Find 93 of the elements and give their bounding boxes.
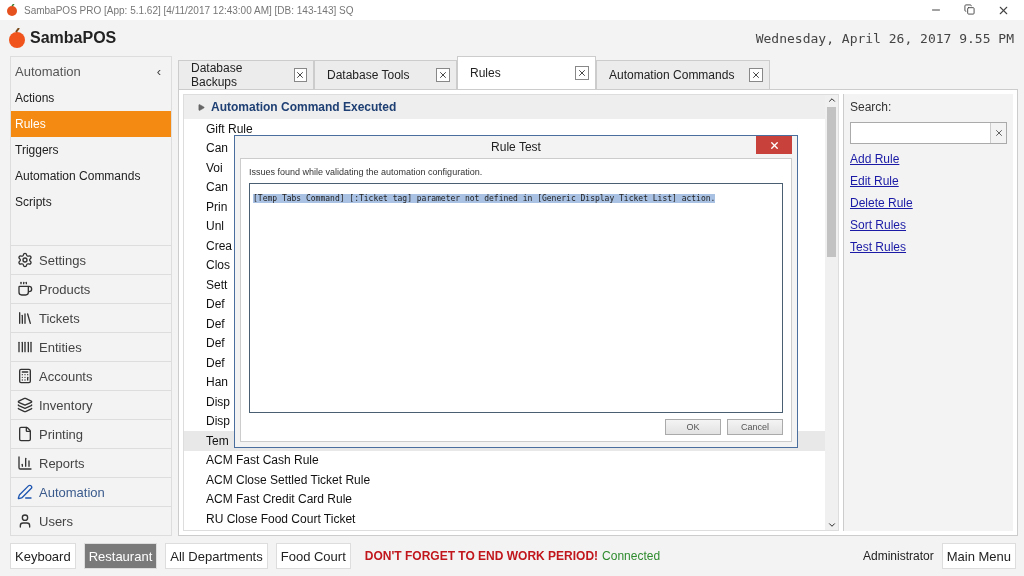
nav-item[interactable]: Accounts <box>11 361 171 390</box>
expander-icon[interactable] <box>198 103 205 111</box>
nav-item[interactable]: Entities <box>11 332 171 361</box>
clear-button[interactable] <box>990 123 1006 143</box>
collapse-button[interactable]: ‹ <box>156 63 161 79</box>
action-link[interactable]: Delete Rule <box>850 196 913 210</box>
close-tab-button[interactable] <box>575 66 589 80</box>
search-field[interactable] <box>850 122 1007 144</box>
close-icon <box>295 70 306 80</box>
department-button[interactable]: Keyboard <box>10 543 76 569</box>
logo-icon <box>8 28 26 48</box>
rule-row[interactable]: ACM Fast Credit Card Rule <box>184 489 825 509</box>
tab-label: Database Tools <box>327 68 410 82</box>
logo-text: SambaPOS <box>30 29 118 47</box>
rule-row[interactable]: ACM Fast Cash Rule <box>184 450 825 470</box>
tab-label: Automation Commands <box>609 68 735 82</box>
bar-chart-icon <box>17 455 33 471</box>
nav-label: Tickets <box>39 310 80 326</box>
nav-item[interactable]: Tickets <box>11 303 171 332</box>
nav-item[interactable]: Reports <box>11 448 171 477</box>
tab[interactable]: Database Tools <box>314 60 457 89</box>
scroll-down-icon[interactable] <box>826 520 837 530</box>
action-link[interactable]: Test Rules <box>850 240 907 254</box>
sidebar-item[interactable]: Automation Commands <box>11 163 171 189</box>
nav-item[interactable]: Products <box>11 274 171 303</box>
close-icon <box>577 68 587 78</box>
cancel-button[interactable]: Cancel <box>727 419 783 435</box>
rule-row[interactable]: RU Close Food Court Ticket <box>184 509 825 529</box>
connection-status: Connected <box>602 549 662 563</box>
nav-item[interactable]: Printing <box>11 419 171 448</box>
department-button[interactable]: All Departments <box>165 543 268 569</box>
nav-item[interactable]: Settings <box>11 245 171 274</box>
nav-item[interactable]: Automation <box>11 477 171 506</box>
details-field[interactable]: [Temp Tabs Command] [:Ticket tag] parameter not defined in [Generic Display Ticket List] action. <box>249 183 783 413</box>
nav-label: Entities <box>39 339 82 355</box>
search-label: Search: <box>850 100 893 114</box>
close-tab-button[interactable] <box>436 68 450 82</box>
books-icon <box>17 310 33 326</box>
nav-label: Accounts <box>39 368 93 384</box>
tab[interactable]: Rules <box>457 56 596 89</box>
nav-item[interactable]: Inventory <box>11 390 171 419</box>
close-icon <box>751 70 761 80</box>
date-time: Wednesday, April 26, 2017 9.55 PM <box>755 30 1014 46</box>
calculator-icon <box>17 368 33 384</box>
main-menu-button[interactable]: Main Menu <box>941 543 1016 569</box>
sidebar-item[interactable]: Scripts <box>11 189 171 215</box>
tab[interactable]: Automation Commands <box>596 60 770 89</box>
action-link[interactable]: Add Rule <box>850 152 900 166</box>
restore-icon[interactable] <box>964 3 975 15</box>
rule-row[interactable]: ACM Close Settled Ticket Rule <box>184 470 825 490</box>
nav-label: Products <box>39 281 91 297</box>
nav-label: Settings <box>39 252 86 268</box>
sidebar-item[interactable]: Actions <box>11 85 171 111</box>
sidebar-title: Automation <box>15 63 81 79</box>
nav-label: Printing <box>39 426 84 442</box>
tab[interactable]: Database Backups <box>178 60 314 89</box>
tab-label: Rules <box>470 66 501 80</box>
window-title: SambaPOS PRO [App: 5.1.62] [4/11/2017 12:43:00 AM] [DB: 143-143] SQ <box>24 4 355 16</box>
nav-label: Users <box>39 513 73 529</box>
nav-label: Inventory <box>39 397 93 413</box>
scroll-thumb[interactable] <box>827 107 836 257</box>
nav-item[interactable]: Users <box>11 506 171 535</box>
scroll-up-icon[interactable] <box>826 95 837 105</box>
tab-label: Database Backups <box>191 61 244 89</box>
warning-text: DON'T FORGET TO END WORK PERIOD! <box>364 549 599 563</box>
close-icon <box>993 128 1004 138</box>
pen-icon <box>17 484 33 500</box>
department-button[interactable]: Restaurant <box>83 543 158 569</box>
department-button[interactable]: Food Court <box>275 543 351 569</box>
close-icon <box>768 139 780 151</box>
close-icon <box>438 70 448 80</box>
action-link[interactable]: Edit Rule <box>850 174 899 188</box>
cup-icon <box>17 281 33 297</box>
group-header[interactable]: Automation Command Executed <box>184 95 825 119</box>
close-tab-button[interactable] <box>293 68 307 82</box>
user-name: Administrator <box>863 549 934 563</box>
ok-button[interactable]: OK <box>665 419 721 435</box>
barcode-icon <box>17 339 33 355</box>
sidebar-item[interactable]: Triggers <box>11 137 171 163</box>
apple-icon <box>6 4 18 16</box>
dialog-title: Rule Test <box>491 140 541 154</box>
group-title: Automation Command Executed <box>211 100 397 114</box>
close-tab-button[interactable] <box>749 68 763 82</box>
rule-row[interactable]: Gift Rule <box>184 119 825 139</box>
settings-icon <box>17 252 33 268</box>
close-button[interactable] <box>756 136 792 154</box>
nav-label: Reports <box>39 455 85 471</box>
nav-label: Automation <box>39 484 105 500</box>
layers-icon <box>17 397 33 413</box>
user-icon <box>17 513 33 529</box>
document-icon <box>17 426 33 442</box>
dialog-message: Issues found while validating the automation configuration. <box>249 167 484 177</box>
action-link[interactable]: Sort Rules <box>850 218 907 232</box>
